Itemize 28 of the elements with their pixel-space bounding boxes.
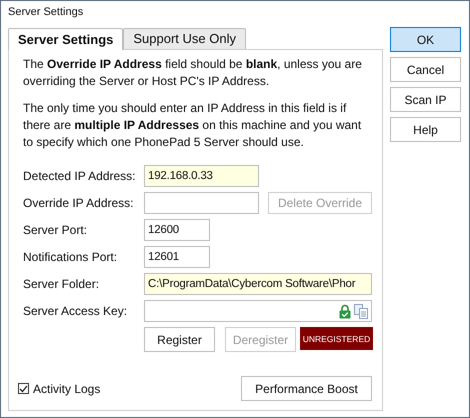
instruction-text: The only time you should enter an IP Address in this field is if there are multiple IP Addresses on this machine and you want to specify which one PhonePad 5 Server should use.: [23, 100, 362, 151]
field-label: Server Port:: [23, 223, 88, 237]
dialog-button[interactable]: Cancel: [390, 57, 461, 82]
register-button[interactable]: Register: [144, 327, 215, 352]
field-label: Override IP Address:: [23, 196, 134, 210]
input-field[interactable]: 192.168.0.33: [144, 165, 259, 187]
dialog-button[interactable]: Scan IP: [390, 87, 461, 112]
input-field[interactable]: [144, 300, 372, 322]
tab[interactable]: Support Use Only: [123, 28, 246, 49]
instruction-text: The Override IP Address field should be blank, unless you are overriding the Server or Host PC's IP Address.: [23, 56, 363, 90]
input-field[interactable]: C:\ProgramData\Cybercom Software\Phor: [144, 273, 372, 295]
window-title: Server Settings: [8, 6, 84, 18]
status-badge: UNREGISTERED: [300, 327, 373, 350]
input-field[interactable]: [144, 192, 259, 214]
lock-icon[interactable]: [339, 304, 351, 318]
field-label: Server Folder:: [23, 277, 100, 291]
dialog-button[interactable]: OK: [390, 27, 461, 52]
performance-boost-button[interactable]: Performance Boost: [241, 376, 372, 401]
tab[interactable]: Server Settings: [8, 28, 124, 50]
copy-icon[interactable]: [354, 304, 368, 318]
dialog-button[interactable]: Help: [390, 117, 461, 142]
checkbox-label: Activity Logs: [33, 382, 100, 396]
checkbox[interactable]: [18, 383, 29, 394]
field-label: Server Access Key:: [23, 304, 128, 318]
input-field[interactable]: 12601: [144, 246, 210, 268]
input-field[interactable]: 12600: [144, 219, 210, 241]
field-label: Notifications Port:: [23, 250, 118, 264]
field-label: Detected IP Address:: [23, 169, 137, 183]
